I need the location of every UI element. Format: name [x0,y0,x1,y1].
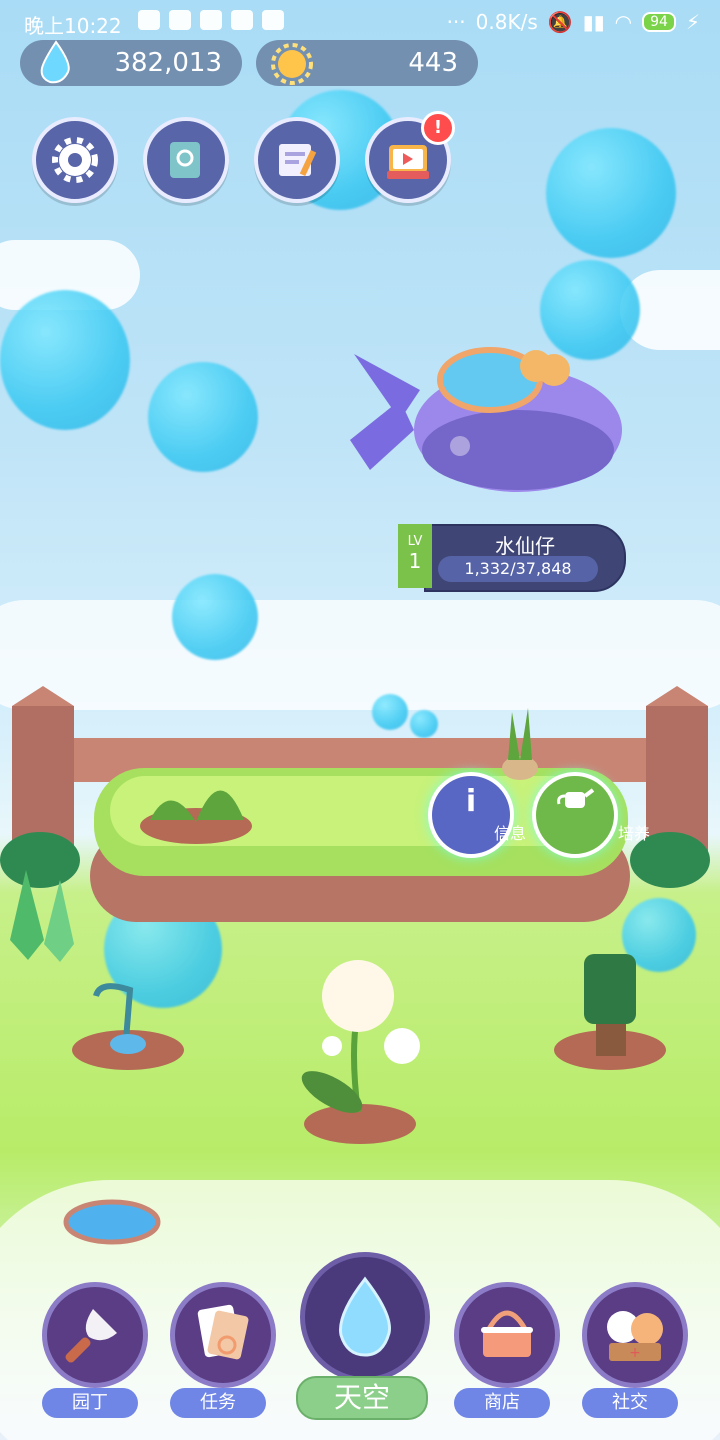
nav-shop-button[interactable] [454,1282,560,1388]
tree-left [44,880,74,962]
level-tag: LV 1 [398,524,432,588]
friends-icon: + [607,1311,663,1361]
water-counter: 382,013 [20,40,242,86]
cultivate-label: 培养 [617,824,650,843]
alert-badge: ! [421,111,455,145]
pond [63,1199,161,1245]
video-reward-button[interactable]: ! [365,111,455,203]
battery-indicator: 94 [642,12,676,32]
settings-icon [52,137,98,183]
nav-social-button[interactable]: + [582,1282,688,1388]
tv-ad-icon [387,145,429,179]
notification-icons [138,10,284,30]
info-button[interactable]: i 信息 [428,772,526,858]
plant-tree-crown [584,954,636,1024]
play-store-icon [200,10,222,30]
mi-icon [262,10,284,30]
garden-ground [0,686,710,1245]
nav-social-label[interactable]: 社交 [582,1388,678,1418]
plant-name: 水仙仔 [495,534,555,558]
status-right: ··· 0.8K/s 🔕 ▮▮ ◠ 94 ⚡ [447,10,700,34]
status-bar: 晚上10:22 ··· 0.8K/s 🔕 ▮▮ ◠ 94 ⚡ [0,0,720,44]
signal-icon: ▮▮ [582,10,605,34]
nav-sky-label[interactable]: 天空 [296,1376,428,1420]
wifi-icon: ◠ [614,10,633,34]
water-drop-icon [339,1276,391,1357]
nav-gardener-button[interactable] [42,1282,148,1388]
message-icon [138,10,160,30]
app-icon [231,10,253,30]
encyclopedia-button[interactable] [143,117,229,203]
sun-amount: 443 [408,48,458,78]
trowel-icon [65,1309,117,1363]
growth-progress-bar: 1,332/37,848 [438,556,598,582]
plant-seed-ball [384,1028,420,1064]
cultivate-button[interactable]: 培养 [532,772,650,858]
status-time: 晚上10:22 [24,14,122,38]
nav-tasks-label[interactable]: 任务 [170,1388,266,1418]
nav-tasks-button[interactable] [170,1282,276,1388]
info-icon: i [465,784,477,819]
plant-flower-head [322,960,394,1032]
plant-info-box: 水仙仔 1,332/37,848 [424,524,626,592]
charging-icon: ⚡ [685,10,700,34]
level-label: LV [407,534,423,549]
plant-bulb [502,756,538,780]
level-value: 1 [408,549,422,573]
water-amount: 382,013 [114,48,222,78]
nav-sky-button[interactable] [300,1252,430,1382]
task-cards-icon [197,1304,249,1360]
game-scene: 晚上10:22 ··· 0.8K/s 🔕 ▮▮ ◠ 94 ⚡ 382,013 4… [0,0,720,1440]
journal-icon [279,144,317,177]
plant-slime [110,1034,146,1054]
sun-counter: 443 [256,40,478,86]
basket-icon [481,1310,533,1357]
watering-can-icon [557,788,595,808]
more-icon: ··· [446,10,466,34]
bush [0,832,80,888]
fence-post-top [646,686,708,706]
sun-icon [271,43,313,85]
encyclopedia-icon [170,142,200,178]
network-speed: 0.8K/s [475,10,538,34]
mute-icon: 🔕 [547,10,573,34]
nav-gardener-label[interactable]: 园丁 [42,1388,138,1418]
nav-shop-label[interactable]: 商店 [454,1388,550,1418]
fence-post-top [12,686,74,706]
plant-seed-ball [322,1036,342,1056]
settings-button[interactable] [32,117,118,203]
growth-progress-text: 1,332/37,848 [464,559,572,578]
water-drop-icon [40,40,70,84]
message-icon [169,10,191,30]
journal-button[interactable] [254,117,340,203]
whale-airship[interactable] [340,330,630,500]
svg-text:+: + [629,1345,641,1361]
